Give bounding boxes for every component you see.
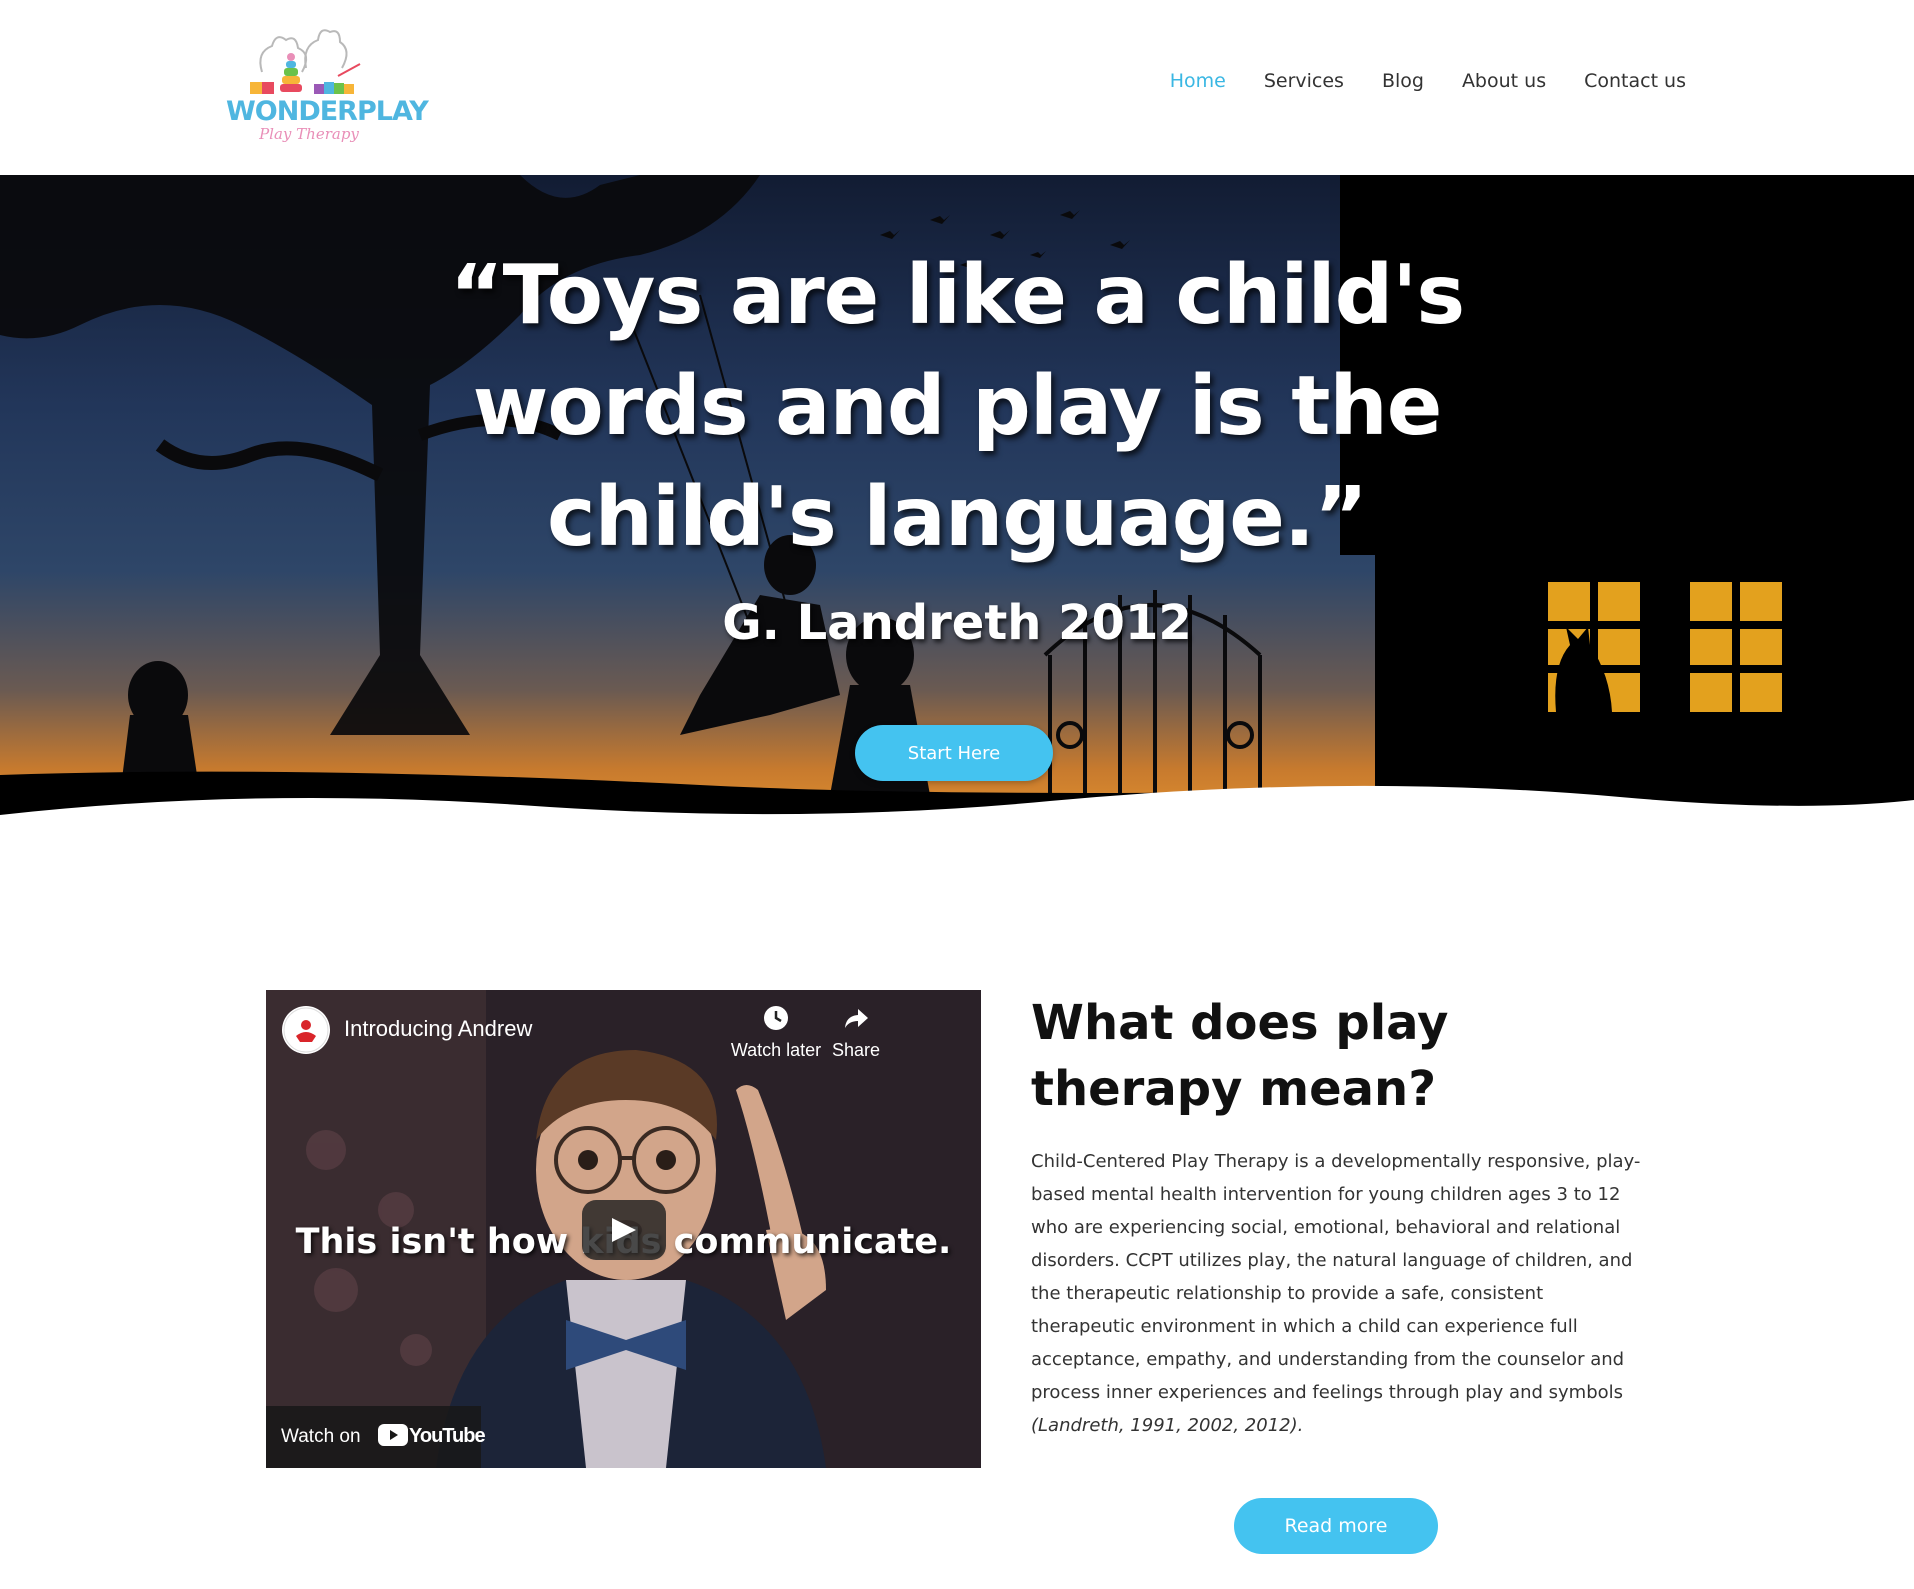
clock-icon — [764, 1006, 788, 1030]
main-nav: Home Services Blog About us Contact us — [1170, 70, 1686, 92]
play-icon — [612, 1218, 636, 1242]
watch-on-youtube-button[interactable]: Watch on YouTube — [266, 1406, 486, 1468]
hero-banner: “Toys are like a child's words and play … — [0, 175, 1914, 835]
play-button[interactable] — [582, 1200, 666, 1260]
section-body: Child-Centered Play Therapy is a develop… — [1031, 1145, 1641, 1442]
watch-on-label: Watch on — [281, 1426, 361, 1447]
share-button[interactable]: Share — [806, 1004, 906, 1061]
citation: (Landreth, 1991, 2002, 2012). — [1031, 1415, 1304, 1436]
video-title[interactable]: Introducing Andrew — [344, 1016, 532, 1042]
start-here-button[interactable]: Start Here — [855, 725, 1053, 781]
nav-blog[interactable]: Blog — [1382, 70, 1424, 92]
share-arrow-icon — [845, 1009, 868, 1028]
youtube-video-embed[interactable]: Introducing Andrew Watch later Share Thi… — [266, 990, 981, 1468]
channel-avatar[interactable] — [282, 1006, 330, 1054]
wonderplay-logo[interactable]: WONDERPLAY Play Therapy — [222, 20, 429, 150]
channel-logo-icon — [283, 1007, 329, 1053]
site-header: WONDERPLAY Play Therapy Home Services Bl… — [0, 0, 1914, 175]
read-more-button[interactable]: Read more — [1234, 1498, 1438, 1554]
section-title: What does play therapy mean? — [1031, 995, 1449, 1117]
nav-home[interactable]: Home — [1170, 70, 1226, 92]
youtube-logo-icon — [378, 1424, 408, 1446]
toys-illustration-icon — [250, 29, 361, 94]
nav-services[interactable]: Services — [1264, 70, 1344, 92]
youtube-wordmark: YouTube — [409, 1425, 486, 1447]
body-text: Child-Centered Play Therapy is a develop… — [1031, 1151, 1641, 1403]
hero-quote-author: G. Landreth 2012 — [722, 595, 1192, 651]
nav-about-us[interactable]: About us — [1462, 70, 1546, 92]
hero-quote: “Toys are like a child's words and play … — [449, 248, 1465, 565]
logo-wordmark: WONDERPLAY — [226, 96, 429, 127]
nav-contact-us[interactable]: Contact us — [1584, 70, 1686, 92]
share-label: Share — [831, 1040, 881, 1060]
logo-tagline: Play Therapy — [259, 125, 359, 143]
